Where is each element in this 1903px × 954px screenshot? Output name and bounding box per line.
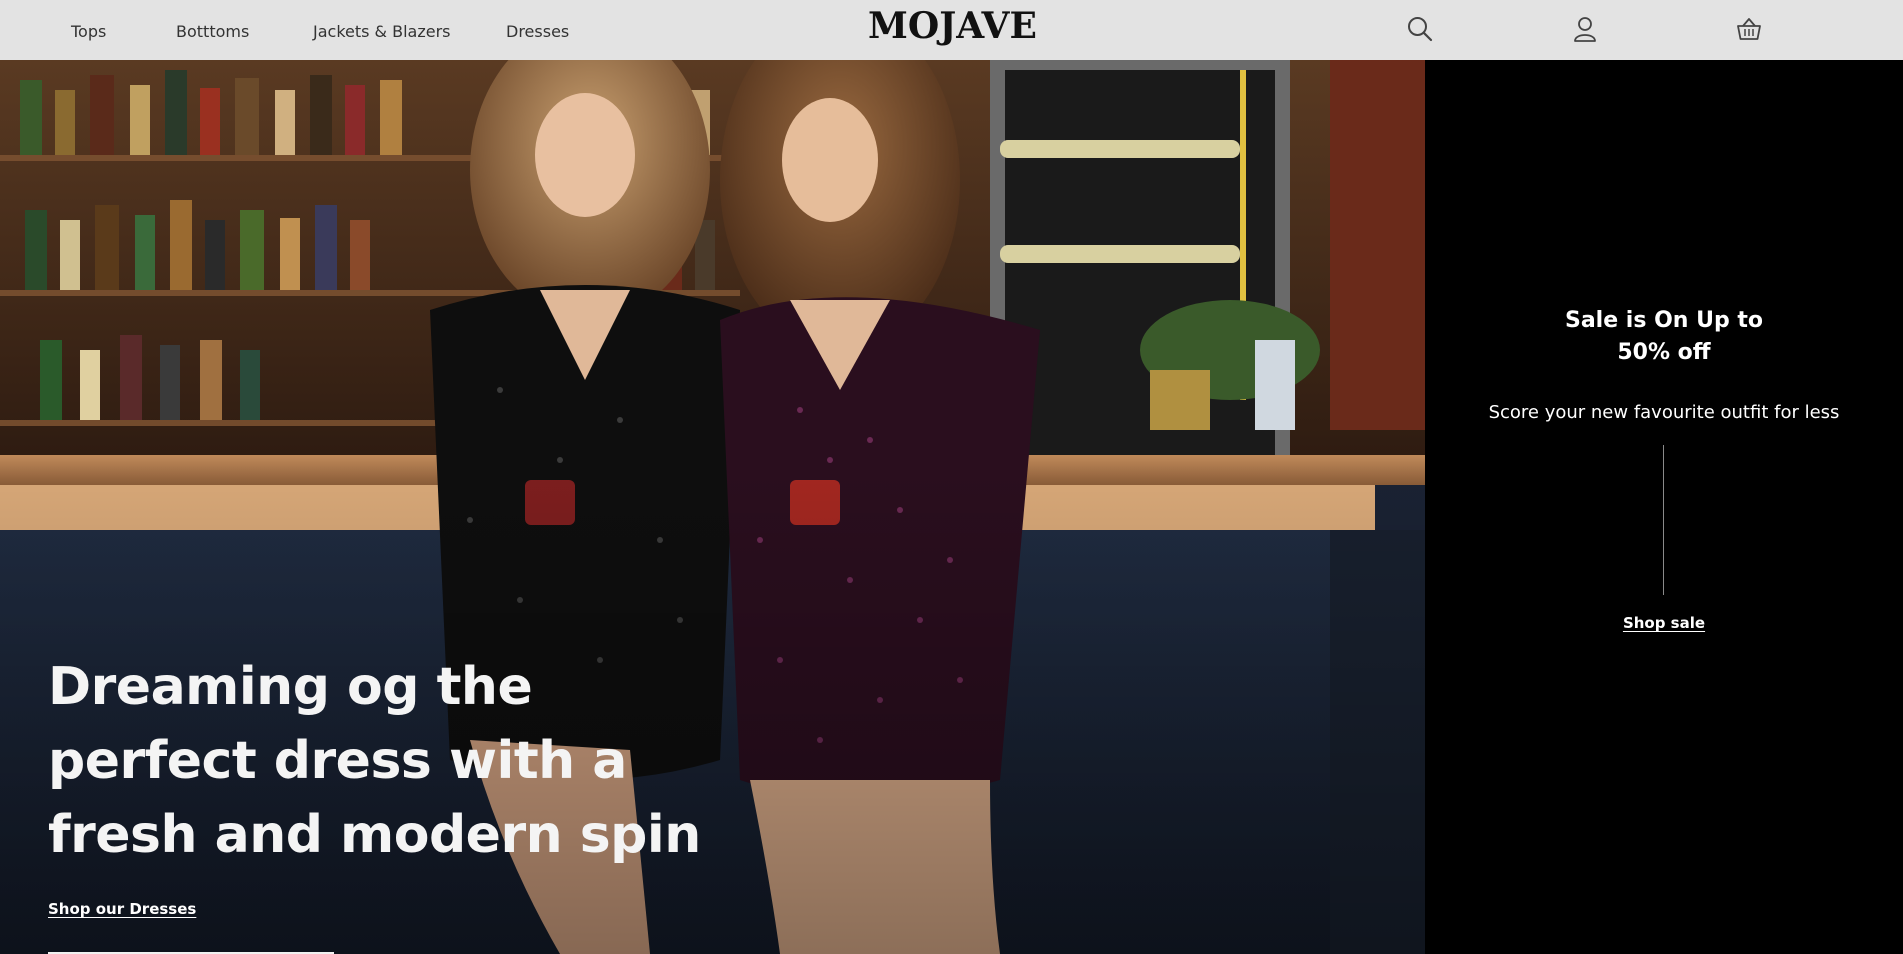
nav-dresses[interactable]: Dresses <box>506 22 569 41</box>
site-logo[interactable]: MOJAVE <box>868 5 1037 47</box>
account-icon[interactable] <box>1570 14 1600 44</box>
nav-tops[interactable]: Tops <box>71 22 106 41</box>
sale-heading: Sale is On Up to 50% off <box>1425 305 1903 369</box>
hero-heading: Dreaming og the perfect dress with a fre… <box>48 657 701 865</box>
sale-panel: Sale is On Up to 50% off Score your new f… <box>1425 60 1903 954</box>
basket-icon[interactable] <box>1734 14 1764 44</box>
sale-divider <box>1663 445 1664 595</box>
shop-dresses-link[interactable]: Shop our Dresses <box>48 900 196 918</box>
nav-bottoms[interactable]: Botttoms <box>176 22 249 41</box>
site-header: Tops Botttoms Jackets & Blazers Dresses … <box>0 0 1903 60</box>
sale-heading-text: Sale is On Up to 50% off <box>1564 308 1764 365</box>
shop-sale-link[interactable]: Shop sale <box>1425 614 1903 632</box>
scrollbar[interactable] <box>1897 60 1903 954</box>
nav-jackets-blazers[interactable]: Jackets & Blazers <box>313 22 451 41</box>
search-icon[interactable] <box>1405 14 1435 44</box>
hero-banner: Dreaming og the perfect dress with a fre… <box>0 60 1425 954</box>
sale-subtitle: Score your new favourite outfit for less <box>1488 402 1840 423</box>
